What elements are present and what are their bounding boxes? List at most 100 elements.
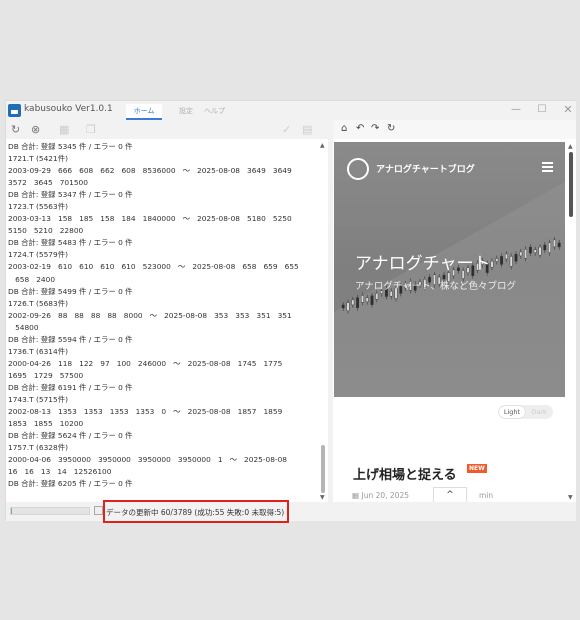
log-line: 1726.T (5683件) (8, 298, 68, 308)
scroll-down-arrow-icon[interactable]: ▼ (568, 494, 573, 501)
title-bar: kabusouko Ver1.0.1 ホーム 設定 ヘルプ — ☐ ✕ (6, 101, 576, 120)
post-title[interactable]: 上げ相場と捉える (353, 464, 457, 483)
blog-logo-icon[interactable] (347, 158, 369, 180)
grid-icon[interactable]: ▦ (59, 123, 69, 136)
hero-subtitle: アナログチャート、株など色々ブログ (355, 281, 517, 292)
candle-body (361, 295, 364, 303)
log-line: 1721.T (5421件) (8, 154, 68, 164)
forward-icon[interactable]: ↷ (371, 122, 379, 136)
candle-body (504, 253, 508, 260)
scroll-down-arrow-icon[interactable]: ▼ (320, 494, 325, 501)
scroll-up-arrow-icon[interactable]: ▲ (568, 143, 573, 150)
log-line: 1736.T (6314件) (8, 346, 68, 356)
browser-panel: ⌂ ↶ ↷ ↻ アナログチャートブログ アナログチャート アナログチャート、株な… (333, 120, 576, 502)
status-highlight-box (103, 500, 289, 523)
status-grip-icon (94, 506, 103, 515)
progress-bar (10, 507, 90, 515)
status-bar: データの更新中 60/3789 (成功:55 失敗:0 未取得:5) (6, 500, 576, 523)
tab-help[interactable]: ヘルプ (199, 104, 230, 120)
candle-body (524, 248, 527, 259)
web-scroll-thumb[interactable] (569, 152, 573, 217)
theme-light-option[interactable]: Light (499, 406, 525, 418)
scroll-up-arrow-icon[interactable]: ▲ (320, 142, 325, 149)
blog-name[interactable]: アナログチャートブログ (376, 162, 475, 175)
candle-body (514, 254, 518, 262)
candle-body (543, 244, 547, 251)
log-line: DB 合計: 登録 5624 件 / エラー 0 件 (8, 431, 133, 441)
post-read-time: min (479, 491, 494, 500)
browser-toolbar: ⌂ ↶ ↷ ↻ (333, 120, 576, 139)
check-icon[interactable]: ✓ (282, 123, 291, 136)
tab-home[interactable]: ホーム (126, 104, 162, 120)
log-line: DB 合計: 登録 6191 件 / エラー 0 件 (8, 382, 133, 392)
candle-body (495, 258, 499, 262)
log-text: DB 合計: 登録 5345 件 / エラー 0 件 1721.T (5421件)… (8, 141, 320, 490)
log-line: 2000-04-06 3950000 3950000 3950000 39500… (8, 455, 287, 465)
candle-body (538, 246, 542, 256)
log-line: 1757.T (6328件) (8, 443, 68, 453)
log-scroll-thumb[interactable] (321, 445, 325, 493)
log-line: DB 合計: 登録 5594 件 / エラー 0 件 (8, 334, 133, 344)
log-line: 2000-04-26 118 122 97 100 246000 〜 2025-… (8, 358, 283, 368)
maximize-button[interactable]: ☐ (532, 102, 552, 118)
left-toolbar: ↻ ⊗ ▦ ❐ ✓ ▤ (6, 120, 328, 139)
log-line: 5150 5210 22800 (8, 226, 84, 236)
log-line: 2003-03-13 158 185 158 184 1840000 〜 202… (8, 214, 292, 224)
log-line: DB 合計: 登録 5499 件 / エラー 0 件 (8, 286, 133, 296)
candle-body (548, 242, 551, 253)
candle-body (490, 260, 494, 268)
post-date: ▦ Jun 20, 2025 (352, 491, 409, 500)
candle-body (370, 295, 374, 305)
candle-body (533, 249, 537, 254)
web-view[interactable]: アナログチャートブログ アナログチャート アナログチャート、株など色々ブログ L… (334, 142, 565, 502)
log-line: 1695 1729 57500 (8, 370, 84, 380)
log-line: 16 16 13 14 12526100 (8, 467, 112, 477)
log-line: 3572 3645 701500 (8, 178, 88, 188)
menu-icon[interactable] (542, 162, 553, 172)
minimize-button[interactable]: — (506, 102, 526, 118)
refresh-icon[interactable]: ↻ (11, 123, 20, 136)
new-badge: NEW (467, 464, 487, 473)
web-scrollbar[interactable]: ▲ ▼ (566, 142, 575, 502)
candle-body (519, 251, 523, 257)
tab-settings[interactable]: 設定 (174, 104, 198, 120)
scroll-to-top-button[interactable]: ^ (433, 487, 467, 502)
log-line: DB 合計: 登録 6205 件 / エラー 0 件 (8, 479, 133, 489)
log-line: 2003-09-29 666 608 662 608 8536000 〜 202… (8, 166, 292, 176)
log-line: 2002-09-26 88 88 88 88 8000 〜 2025-08-08… (8, 310, 292, 320)
log-line: 1723.T (5563件) (8, 202, 68, 212)
log-line: 2003-02-19 610 610 610 610 523000 〜 2025… (8, 262, 299, 272)
back-icon[interactable]: ↶ (356, 122, 364, 136)
copy-icon[interactable]: ❐ (86, 123, 96, 136)
candle-body (375, 293, 379, 300)
log-line: DB 合計: 登録 5483 件 / エラー 0 件 (8, 238, 133, 248)
log-panel[interactable]: DB 合計: 登録 5345 件 / エラー 0 件 1721.T (5421件)… (6, 139, 328, 502)
candle-body (552, 239, 556, 248)
theme-toggle[interactable]: Light Dark (498, 405, 553, 419)
candle-body (557, 242, 561, 248)
log-line: 1853 1855 10200 (8, 419, 84, 429)
candle-body (509, 256, 513, 267)
home-icon[interactable]: ⌂ (341, 122, 347, 136)
log-scrollbar[interactable]: ▲ ▼ (318, 139, 328, 502)
app-title: kabusouko Ver1.0.1 (24, 104, 113, 114)
log-line: DB 合計: 登録 5345 件 / エラー 0 件 (8, 142, 133, 151)
export-icon[interactable]: ▤ (302, 123, 312, 136)
candle-body (365, 297, 369, 303)
hero-banner: アナログチャートブログ アナログチャート アナログチャート、株など色々ブログ (334, 142, 565, 397)
hero-title: アナログチャート (355, 254, 491, 274)
log-line: 658 2400 (8, 274, 56, 284)
app-window: kabusouko Ver1.0.1 ホーム 設定 ヘルプ — ☐ ✕ ↻ ⊗ … (5, 100, 576, 523)
log-line: 54800 (8, 322, 39, 332)
candle-body (356, 297, 359, 309)
candle-body (346, 302, 350, 311)
progress-fill (11, 508, 13, 514)
reload-icon[interactable]: ↻ (387, 122, 395, 136)
log-line: 1724.T (5579件) (8, 250, 68, 260)
log-line: DB 合計: 登録 5347 件 / エラー 0 件 (8, 190, 133, 200)
log-line: 2002-08-13 1353 1353 1353 1353 0 〜 2025-… (8, 407, 283, 417)
candle-body (528, 246, 532, 254)
theme-dark-option[interactable]: Dark (527, 406, 551, 418)
stop-icon[interactable]: ⊗ (31, 123, 40, 136)
close-button[interactable]: ✕ (558, 102, 578, 118)
